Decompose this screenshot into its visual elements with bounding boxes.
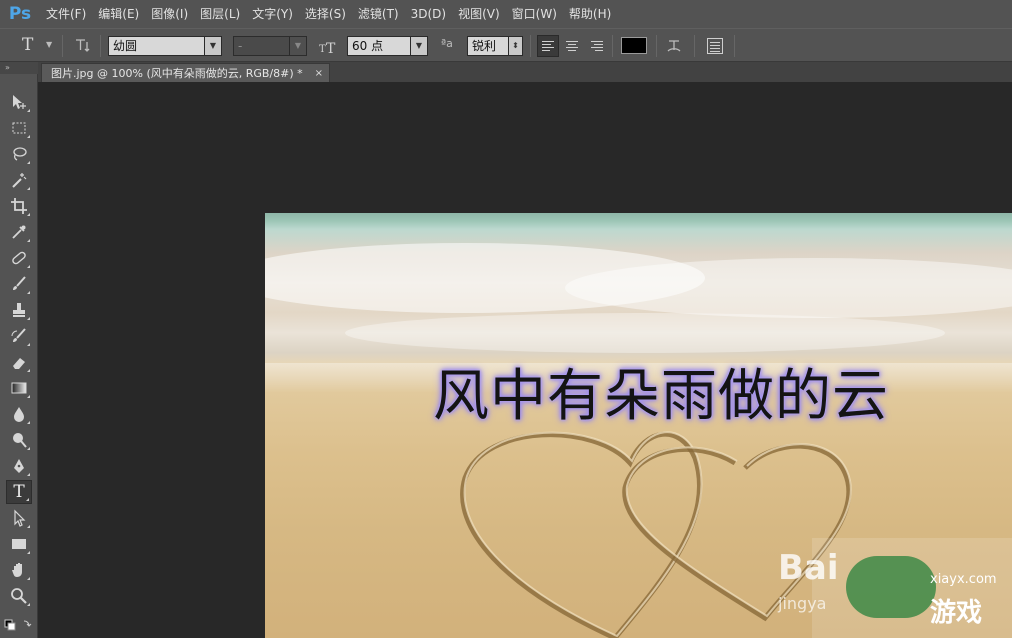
- svg-text:T: T: [326, 41, 336, 57]
- document-tab-label: 图片.jpg @ 100% (风中有朵雨做的云, RGB/8#) *: [51, 67, 303, 80]
- antialias-icon: ªa: [441, 37, 453, 50]
- separator: [734, 35, 735, 57]
- align-right-button[interactable]: [585, 35, 607, 57]
- separator: [612, 35, 613, 57]
- font-style-value: -: [238, 39, 243, 53]
- antialias-select[interactable]: 锐利 ⬍: [467, 36, 523, 56]
- gradient-tool-icon[interactable]: [6, 376, 32, 400]
- align-center-button[interactable]: [561, 35, 583, 57]
- site-watermark-game: 游戏: [930, 598, 983, 628]
- font-family-select[interactable]: 幼圆 ▼: [108, 36, 222, 56]
- close-icon[interactable]: ×: [315, 68, 323, 79]
- menu-edit[interactable]: 编辑(E): [92, 0, 145, 28]
- zoom-tool-icon[interactable]: [6, 584, 32, 608]
- toggle-text-orientation-icon[interactable]: [73, 36, 93, 56]
- eyedropper-icon[interactable]: [6, 220, 32, 244]
- document-tab[interactable]: 图片.jpg @ 100% (风中有朵雨做的云, RGB/8#) * ×: [41, 63, 331, 82]
- photoshop-window: Ps 文件(F) 编辑(E) 图像(I) 图层(L) 文字(Y) 选择(S) 滤…: [0, 0, 1012, 638]
- align-left-button[interactable]: [537, 35, 559, 57]
- ps-logo: Ps: [8, 4, 32, 24]
- default-colors-icon[interactable]: [4, 618, 34, 636]
- chevron-down-icon: ▼: [289, 37, 306, 55]
- site-watermark-url: xiayx.com: [930, 572, 997, 587]
- font-size-value: 60 点: [352, 39, 384, 53]
- brush-tool-icon[interactable]: [6, 272, 32, 296]
- panel-grip-icon[interactable]: »: [0, 62, 38, 74]
- healing-brush-icon[interactable]: [6, 246, 32, 270]
- chevron-down-icon: ▼: [204, 37, 221, 55]
- chevron-updown-icon: ⬍: [508, 37, 522, 55]
- text-layer-content[interactable]: 风中有朵雨做的云: [433, 361, 889, 433]
- separator: [656, 35, 657, 57]
- hand-tool-icon[interactable]: [6, 558, 32, 582]
- move-tool-icon[interactable]: [6, 90, 32, 114]
- lasso-tool-icon[interactable]: [6, 142, 32, 166]
- preset-dropdown-icon[interactable]: ▼: [46, 40, 52, 49]
- separator: [530, 35, 531, 57]
- type-tool-icon[interactable]: T: [6, 480, 32, 504]
- pen-tool-icon[interactable]: [6, 454, 32, 478]
- baidu-watermark: Bai: [778, 548, 839, 588]
- separator: [694, 35, 695, 57]
- menu-image[interactable]: 图像(I): [145, 0, 194, 28]
- tools-panel: » T: [0, 62, 38, 638]
- menu-layer[interactable]: 图层(L): [194, 0, 246, 28]
- dodge-tool-icon[interactable]: [6, 428, 32, 452]
- marquee-tool-icon[interactable]: [6, 116, 32, 140]
- chevron-down-icon: ▼: [410, 37, 427, 55]
- warp-text-icon[interactable]: [664, 36, 684, 56]
- crop-tool-icon[interactable]: [6, 194, 32, 218]
- menu-window[interactable]: 窗口(W): [506, 0, 563, 28]
- path-selection-icon[interactable]: [6, 506, 32, 530]
- menu-view[interactable]: 视图(V): [452, 0, 506, 28]
- wave-foam: [345, 313, 945, 353]
- eraser-icon[interactable]: [6, 350, 32, 374]
- menu-help[interactable]: 帮助(H): [563, 0, 617, 28]
- menu-3d[interactable]: 3D(D): [405, 0, 452, 28]
- clone-stamp-icon[interactable]: [6, 298, 32, 322]
- font-size-icon: TT: [318, 37, 340, 57]
- menu-type[interactable]: 文字(Y): [246, 0, 299, 28]
- character-panel-icon[interactable]: [707, 38, 723, 54]
- history-brush-icon[interactable]: [6, 324, 32, 348]
- site-logo-badge: [846, 556, 936, 618]
- rectangle-tool-icon[interactable]: [6, 532, 32, 556]
- separator: [100, 35, 101, 57]
- font-size-field[interactable]: 60 点 ▼: [347, 36, 428, 56]
- svg-text:T: T: [319, 44, 326, 55]
- document-tab-bar: 图片.jpg @ 100% (风中有朵雨做的云, RGB/8#) * ×: [38, 62, 1012, 82]
- font-style-select[interactable]: - ▼: [233, 36, 307, 56]
- options-bar: T ▼ 幼圆 ▼ - ▼ TT 60 点 ▼ ªa 锐利 ⬍: [0, 28, 1012, 62]
- baidu-watermark-sub: jingya: [778, 594, 827, 613]
- menu-bar: Ps 文件(F) 编辑(E) 图像(I) 图层(L) 文字(Y) 选择(S) 滤…: [0, 0, 1012, 28]
- blur-tool-icon[interactable]: [6, 402, 32, 426]
- font-family-value: 幼圆: [113, 39, 138, 53]
- text-color-swatch[interactable]: [621, 37, 647, 54]
- type-tool-preset-icon[interactable]: T: [22, 35, 33, 55]
- separator: [62, 35, 63, 57]
- menu-filter[interactable]: 滤镜(T): [352, 0, 405, 28]
- menu-file[interactable]: 文件(F): [40, 0, 92, 28]
- menu-select[interactable]: 选择(S): [299, 0, 352, 28]
- magic-wand-icon[interactable]: [6, 168, 32, 192]
- antialias-value: 锐利: [472, 39, 497, 53]
- wave-foam: [565, 258, 1012, 318]
